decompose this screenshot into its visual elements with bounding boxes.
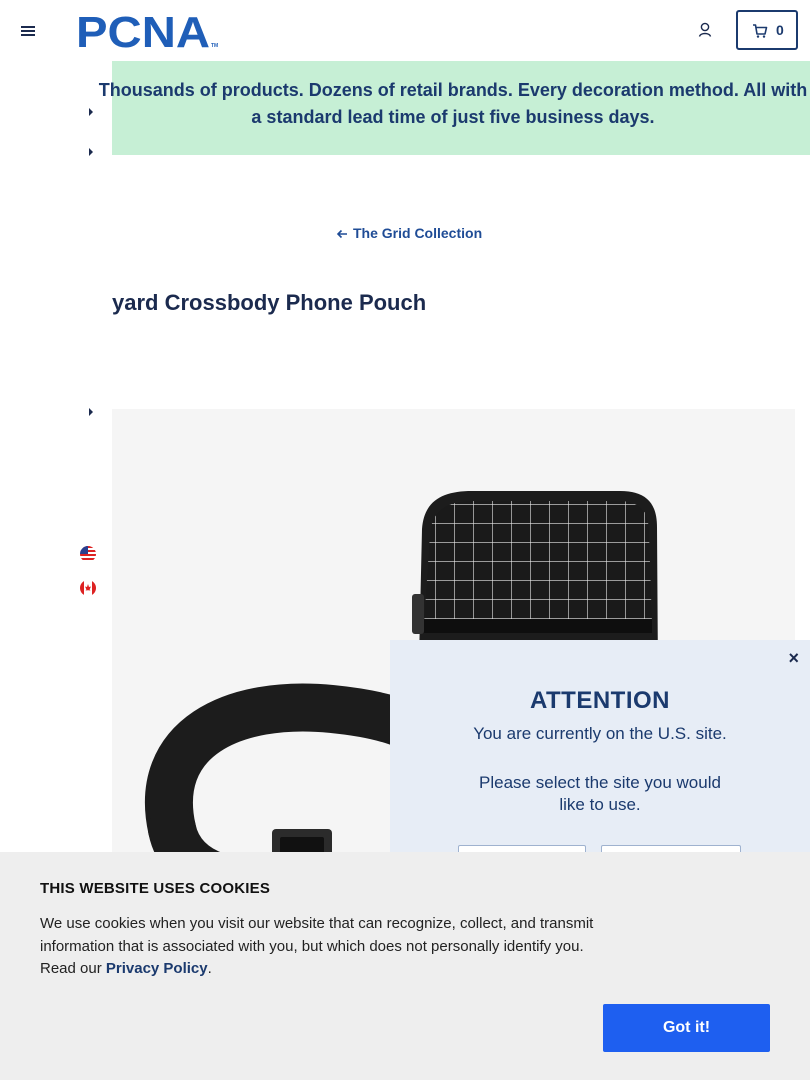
svg-text:TM: TM	[211, 43, 218, 49]
left-rail-caret-2[interactable]	[89, 148, 93, 156]
back-link-label: The Grid Collection	[353, 225, 483, 241]
cookie-banner: THIS WEBSITE USES COOKIES We use cookies…	[0, 852, 810, 1080]
cart-count-badge: 0	[776, 22, 784, 38]
svg-text:PCNA: PCNA	[76, 10, 210, 50]
arrow-left-icon	[336, 229, 347, 239]
cart-button[interactable]: 0	[736, 10, 798, 50]
modal-current-site-text: You are currently on the U.S. site.	[473, 724, 727, 743]
cookie-title: THIS WEBSITE USES COOKIES	[40, 880, 271, 897]
modal-instruction-line-2: like to use.	[559, 795, 641, 814]
user-icon[interactable]	[697, 21, 715, 39]
announcement-banner: Thousands of products. Dozens of retail …	[99, 61, 810, 155]
privacy-policy-link[interactable]: Privacy Policy	[106, 960, 208, 977]
close-icon[interactable]: ×	[788, 648, 799, 669]
product-title: yard Crossbody Phone Pouch	[112, 290, 427, 315]
cookie-body: We use cookies when you visit our websit…	[40, 913, 600, 981]
modal-title: ATTENTION	[529, 687, 671, 714]
left-rail-caret-3[interactable]	[89, 408, 93, 416]
site-header: PCNA TM 0	[0, 0, 810, 61]
modal-instruction-line-1: Please select the site you would	[479, 773, 721, 792]
site-select-modal: × ATTENTION You are currently on the U.S…	[390, 640, 810, 885]
us-flag-icon[interactable]	[80, 546, 96, 562]
canada-flag-icon[interactable]	[80, 580, 96, 596]
cookie-body-period: .	[207, 960, 212, 977]
announcement-text: Thousands of products. Dozens of retail …	[98, 80, 808, 127]
hamburger-menu-icon[interactable]	[20, 23, 36, 37]
cart-icon	[753, 24, 768, 38]
pcna-logo[interactable]: PCNA TM	[76, 10, 224, 50]
left-rail-caret-1[interactable]	[89, 108, 93, 116]
accept-cookies-button[interactable]: Got it!	[603, 1004, 770, 1052]
